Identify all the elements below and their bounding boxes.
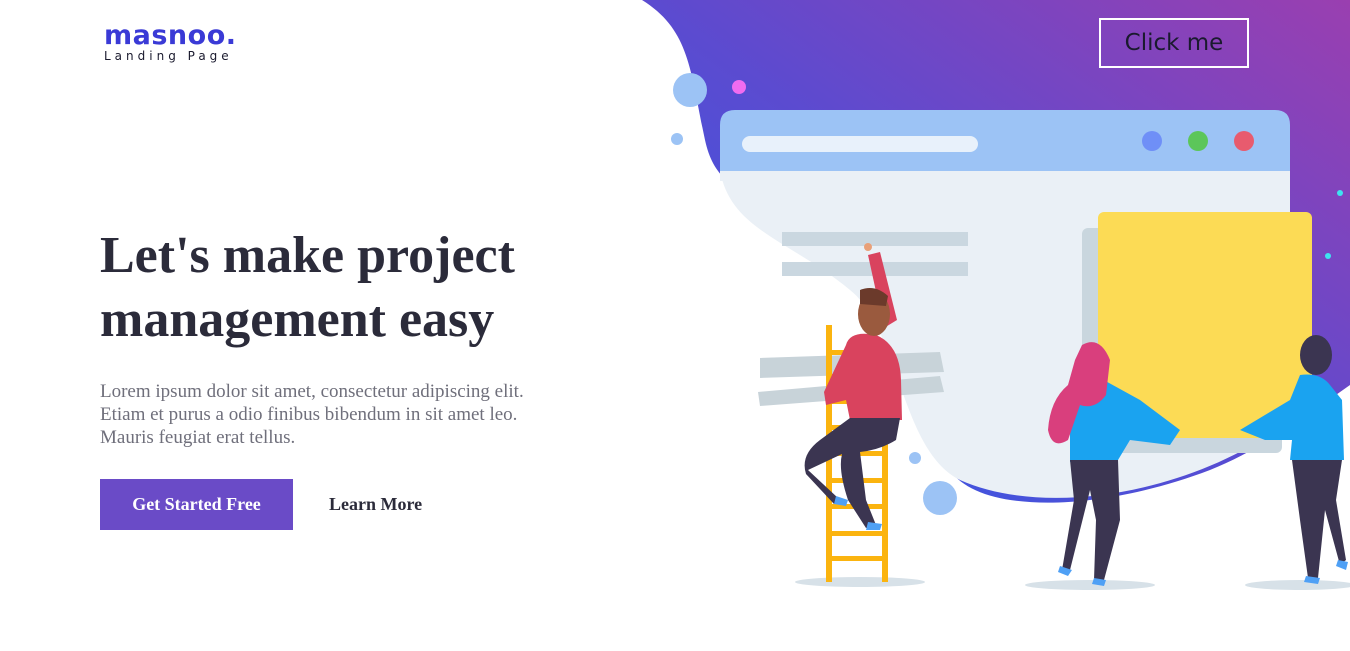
landing-page: masnoo. Landing Page Click me Let's make…	[0, 0, 1350, 651]
learn-more-link[interactable]: Learn More	[329, 479, 422, 530]
bubble-decoration	[909, 452, 921, 464]
brand-name: masnoo.	[104, 20, 237, 51]
bubble-decoration	[1325, 253, 1331, 259]
bubble-decoration	[923, 481, 957, 515]
hero-description: Lorem ipsum dolor sit amet, consectetur …	[100, 381, 524, 448]
browser-dot-green-icon	[1188, 131, 1208, 151]
get-started-button[interactable]: Get Started Free	[100, 479, 293, 530]
click-me-button[interactable]: Click me	[1099, 18, 1249, 68]
browser-dot-red-icon	[1234, 131, 1254, 151]
brand-tagline: Landing Page	[104, 49, 233, 63]
brand-logo[interactable]: masnoo. Landing Page	[104, 20, 237, 62]
bubble-decoration	[732, 80, 746, 94]
bubble-decoration	[671, 133, 683, 145]
bubble-decoration	[1337, 190, 1343, 196]
bubble-decoration	[673, 73, 707, 107]
hero-headline: Let's make project management easy	[100, 227, 515, 348]
browser-dot-blue-icon	[1142, 131, 1162, 151]
